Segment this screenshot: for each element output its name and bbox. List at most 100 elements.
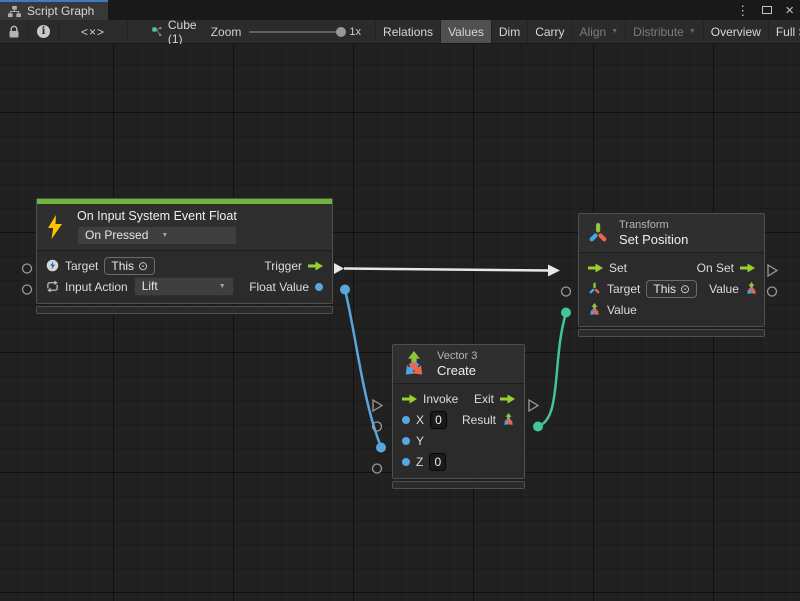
result-output-port[interactable] <box>533 422 543 432</box>
graph-toolbar: i <×> Cube (1) Zoom 1x Relations Values … <box>0 20 800 44</box>
transform-target-row: Target This ⊙ Value <box>579 278 764 299</box>
x-input-port[interactable] <box>373 422 382 431</box>
tab-script-graph[interactable]: Script Graph <box>0 0 108 20</box>
flow-arrow-icon <box>588 263 603 273</box>
window-titlebar: Script Graph ⋮ × <box>0 0 800 20</box>
values-button[interactable]: Values <box>441 20 492 43</box>
flow-arrow-icon <box>500 394 515 404</box>
fullscreen-button[interactable]: Full Screen <box>769 20 800 43</box>
graph-breadcrumb[interactable]: Cube (1) <box>142 20 211 43</box>
transform-target-input-port[interactable] <box>562 287 571 296</box>
flow-arrow-icon <box>308 261 323 271</box>
value-in-label: Value <box>607 303 637 317</box>
input-action-label: Input Action <box>65 280 128 294</box>
align-dropdown[interactable]: Align ▼ <box>573 20 627 43</box>
z-label: Z <box>416 455 423 469</box>
value-wire-float-to-y <box>345 290 381 447</box>
vector3-icon <box>401 351 427 377</box>
vector3-icon <box>745 282 758 295</box>
y-label: Y <box>416 434 424 448</box>
script-graph-asset-icon <box>152 25 162 39</box>
z-input-port[interactable] <box>373 464 382 473</box>
exit-output-port[interactable] <box>529 400 538 411</box>
float-port-icon <box>402 437 410 445</box>
event-target-input-port[interactable] <box>23 264 32 273</box>
object-picker-icon[interactable]: ⊙ <box>138 258 148 274</box>
window-close-icon[interactable]: × <box>785 3 794 18</box>
input-action-dropdown[interactable]: Lift ▼ <box>134 277 234 296</box>
lock-icon <box>8 25 20 39</box>
set-row: Set On Set <box>579 257 764 278</box>
window-menu-icon[interactable]: ⋮ <box>736 4 749 17</box>
float-port-icon <box>402 458 410 466</box>
control-wire-trigger-to-set <box>344 269 549 271</box>
carry-button[interactable]: Carry <box>528 20 572 43</box>
transform-target-object-field[interactable]: This ⊙ <box>646 280 697 298</box>
z-value-field[interactable]: 0 <box>429 453 446 471</box>
invoke-input-port[interactable] <box>373 400 382 411</box>
y-row: Y <box>393 430 524 451</box>
z-row: Z 0 <box>393 451 524 472</box>
overview-button[interactable]: Overview <box>704 20 769 43</box>
node-on-input-system-event-float[interactable]: On Input System Event Float On Pressed ▼… <box>36 198 333 314</box>
node-transform-set-position[interactable]: Transform Set Position Set On Set Target… <box>578 213 765 337</box>
gameobject-event-icon <box>46 259 59 272</box>
dim-button[interactable]: Dim <box>492 20 528 43</box>
info-icon: i <box>37 25 50 38</box>
transform-value-output-port[interactable] <box>768 287 777 296</box>
transform-icon <box>588 282 601 295</box>
object-picker-icon[interactable]: ⊙ <box>680 281 690 297</box>
x-value-field[interactable]: 0 <box>430 411 447 429</box>
lightning-bolt-icon <box>45 215 65 239</box>
flow-arrow-icon <box>402 394 417 404</box>
toolbar-toggles: Relations Values Dim Carry Align ▼ Distr… <box>375 20 800 43</box>
x-row: X 0 Result <box>393 409 524 430</box>
zoom-slider-knob[interactable] <box>336 27 346 37</box>
invoke-label: Invoke <box>423 392 458 406</box>
relations-button[interactable]: Relations <box>375 20 441 43</box>
set-label: Set <box>609 261 627 275</box>
code-icon: <×> <box>81 25 105 39</box>
on-set-label: On Set <box>697 261 734 275</box>
lock-button[interactable] <box>0 20 29 43</box>
window-maximize-icon[interactable] <box>762 6 772 14</box>
graph-breadcrumb-label: Cube (1) <box>168 18 201 46</box>
node-vector3-create[interactable]: Vector 3 Create Invoke Exit X 0 Res <box>392 344 525 489</box>
target-label: Target <box>607 282 640 296</box>
chevron-down-icon: ▼ <box>161 227 168 244</box>
trigger-output-port[interactable] <box>334 263 344 274</box>
on-set-output-port[interactable] <box>768 265 777 276</box>
node-title: On Input System Event Float <box>77 209 237 223</box>
y-input-port[interactable] <box>376 443 386 453</box>
zoom-label: Zoom <box>211 25 242 39</box>
event-action-input-port[interactable] <box>23 285 32 294</box>
set-input-port[interactable] <box>548 265 560 277</box>
zoom-slider[interactable] <box>249 31 341 33</box>
node-footer <box>36 306 333 314</box>
value-out-label: Value <box>709 282 739 296</box>
edit-graph-button[interactable]: <×> <box>59 20 128 43</box>
float-port-icon <box>402 416 410 424</box>
transform-value-row: Value <box>579 299 764 320</box>
event-mode-dropdown[interactable]: On Pressed ▼ <box>77 226 237 245</box>
trigger-label: Trigger <box>264 259 302 273</box>
graph-canvas[interactable]: On Input System Event Float On Pressed ▼… <box>0 44 800 601</box>
exit-label: Exit <box>474 392 494 406</box>
vector3-icon <box>588 303 601 316</box>
float-port-icon <box>315 283 323 291</box>
flow-arrow-icon <box>740 263 755 273</box>
x-label: X <box>416 413 424 427</box>
zoom-control: Zoom 1x <box>211 20 375 43</box>
node-footer <box>578 329 765 337</box>
inspect-button[interactable]: i <box>29 20 59 43</box>
value-input-port[interactable] <box>561 308 571 318</box>
transform-icon <box>587 222 609 244</box>
chevron-down-icon: ▼ <box>611 28 618 35</box>
float-value-output-port[interactable] <box>340 285 350 295</box>
input-action-icon <box>46 280 59 293</box>
result-label: Result <box>462 413 496 427</box>
vector3-icon <box>502 413 515 426</box>
float-value-label: Float Value <box>249 280 309 294</box>
event-target-object-field[interactable]: This ⊙ <box>104 257 155 275</box>
distribute-dropdown[interactable]: Distribute ▼ <box>626 20 704 43</box>
